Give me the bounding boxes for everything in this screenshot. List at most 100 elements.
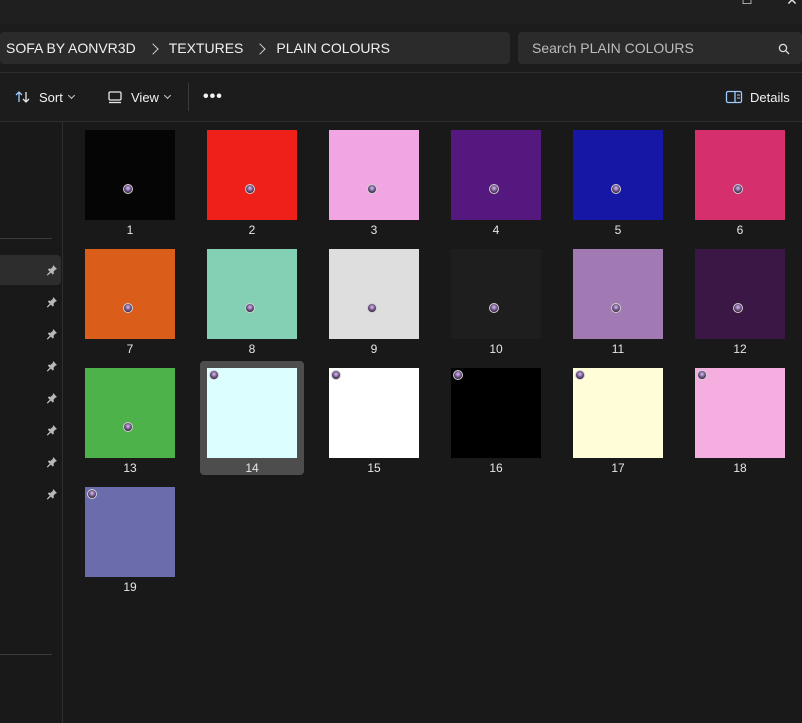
file-thumbnail[interactable]: [451, 368, 541, 458]
file-thumbnail[interactable]: [85, 368, 175, 458]
file-name: 12: [733, 342, 747, 356]
pin-icon[interactable]: [46, 296, 58, 308]
file-item[interactable]: 17: [566, 361, 670, 475]
file-item[interactable]: 12: [688, 242, 792, 356]
file-thumbnail[interactable]: [573, 368, 663, 458]
details-label: Details: [750, 89, 790, 105]
file-thumbnail[interactable]: [329, 130, 419, 220]
file-item[interactable]: 4: [444, 123, 548, 237]
chevron-right-icon: [147, 42, 159, 55]
file-name: 15: [367, 461, 381, 475]
pin-icon[interactable]: [46, 424, 58, 436]
pin-icon[interactable]: [46, 488, 58, 500]
file-thumbnail[interactable]: [695, 249, 785, 339]
nav-pinned-item[interactable]: [0, 415, 61, 445]
app-overlay-icon: [453, 370, 463, 380]
nav-divider: [0, 654, 52, 655]
file-item[interactable]: 16: [444, 361, 548, 475]
file-name: 16: [489, 461, 503, 475]
view-label: View: [131, 89, 159, 105]
file-grid[interactable]: 1 2 3 4 5 6 7 8 9 10 11 12 13 14 15 16 17 18 19: [64, 122, 802, 723]
command-bar-separator: [188, 83, 189, 111]
file-item[interactable]: 1: [78, 123, 182, 237]
breadcrumb-item-textures[interactable]: TEXTURES: [169, 40, 244, 56]
app-overlay-icon: [575, 370, 585, 380]
file-name: 2: [248, 223, 256, 237]
file-thumbnail[interactable]: [573, 249, 663, 339]
breadcrumb[interactable]: SOFA BY AONVR3D TEXTURES PLAIN COLOURS: [0, 32, 510, 64]
close-button[interactable]: ✕: [781, 0, 802, 10]
file-item[interactable]: 11: [566, 242, 670, 356]
file-thumbnail[interactable]: [207, 130, 297, 220]
breadcrumb-item-plain-colours[interactable]: PLAIN COLOURS: [276, 40, 390, 56]
chevron-down-icon: [163, 91, 171, 99]
file-name: 14: [245, 461, 259, 475]
sort-label: Sort: [39, 89, 63, 105]
file-item[interactable]: 13: [78, 361, 182, 475]
title-bar: ☐ ✕: [0, 0, 802, 24]
file-item[interactable]: 8: [200, 242, 304, 356]
file-thumbnail[interactable]: [207, 368, 297, 458]
file-item[interactable]: 6: [688, 123, 792, 237]
file-name: 1: [126, 223, 134, 237]
file-item[interactable]: 2: [200, 123, 304, 237]
file-item[interactable]: 14: [200, 361, 304, 475]
app-overlay-icon: [331, 370, 341, 380]
app-overlay-icon: [489, 184, 499, 194]
file-thumbnail[interactable]: [329, 368, 419, 458]
file-name: 17: [611, 461, 625, 475]
app-overlay-icon: [123, 184, 133, 194]
file-name: 3: [370, 223, 378, 237]
navigation-pane[interactable]: [0, 122, 63, 723]
file-thumbnail[interactable]: [207, 249, 297, 339]
file-item[interactable]: 19: [78, 480, 182, 594]
file-thumbnail[interactable]: [451, 249, 541, 339]
file-item[interactable]: 18: [688, 361, 792, 475]
file-thumbnail[interactable]: [85, 130, 175, 220]
file-item[interactable]: 10: [444, 242, 548, 356]
view-button[interactable]: View: [106, 73, 171, 121]
app-overlay-icon: [367, 184, 377, 194]
file-thumbnail[interactable]: [329, 249, 419, 339]
app-overlay-icon: [733, 303, 743, 313]
breadcrumb-item-sofa[interactable]: SOFA BY AONVR3D: [6, 40, 136, 56]
sort-button[interactable]: Sort: [14, 73, 75, 121]
pin-icon[interactable]: [46, 360, 58, 372]
app-overlay-icon: [697, 370, 707, 380]
pin-icon[interactable]: [46, 392, 58, 404]
more-icon: •••: [203, 88, 223, 105]
file-name: 8: [248, 342, 256, 356]
file-item[interactable]: 3: [322, 123, 426, 237]
file-thumbnail[interactable]: [573, 130, 663, 220]
app-overlay-icon: [209, 370, 219, 380]
file-thumbnail[interactable]: [695, 368, 785, 458]
file-item[interactable]: 15: [322, 361, 426, 475]
file-name: 10: [489, 342, 503, 356]
nav-pinned-item[interactable]: [0, 255, 61, 285]
file-item[interactable]: 7: [78, 242, 182, 356]
maximize-button[interactable]: ☐: [736, 0, 758, 10]
more-options-button[interactable]: •••: [203, 73, 223, 121]
file-name: 13: [123, 461, 137, 475]
app-overlay-icon: [733, 184, 743, 194]
nav-pinned-item[interactable]: [0, 319, 61, 349]
file-thumbnail[interactable]: [85, 249, 175, 339]
file-item[interactable]: 5: [566, 123, 670, 237]
pin-icon[interactable]: [46, 456, 58, 468]
nav-pinned-item[interactable]: [0, 447, 61, 477]
nav-pinned-item[interactable]: [0, 351, 61, 381]
nav-pinned-item[interactable]: [0, 479, 61, 509]
details-pane-button[interactable]: Details: [725, 73, 790, 121]
file-thumbnail[interactable]: [451, 130, 541, 220]
nav-pinned-item[interactable]: [0, 383, 61, 413]
search-input[interactable]: [518, 32, 802, 64]
nav-pinned-item[interactable]: [0, 287, 61, 317]
file-thumbnail[interactable]: [695, 130, 785, 220]
pin-icon[interactable]: [46, 264, 58, 276]
file-name: 18: [733, 461, 747, 475]
file-thumbnail[interactable]: [85, 487, 175, 577]
pin-icon[interactable]: [46, 328, 58, 340]
app-overlay-icon: [367, 303, 377, 313]
file-item[interactable]: 9: [322, 242, 426, 356]
search-icon[interactable]: [778, 43, 790, 55]
